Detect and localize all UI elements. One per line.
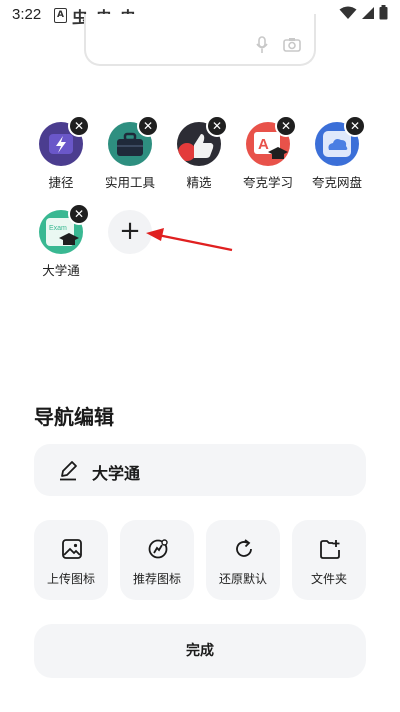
shortcut-label: 大学通: [42, 263, 80, 278]
svg-text:Exam: Exam: [49, 225, 67, 232]
shortcut-label: 精选: [186, 175, 212, 190]
shortcut-name-value[interactable]: 大学通: [92, 460, 140, 484]
restore-default-button[interactable]: 还原默认: [206, 520, 280, 600]
remove-icon[interactable]: ✕: [137, 115, 159, 137]
svg-text:A: A: [258, 136, 269, 153]
shortcut-label: 夸克网盘: [311, 175, 362, 190]
restore-icon: [236, 539, 252, 557]
signal-icon: [362, 6, 374, 19]
app-notification-icon: A: [54, 8, 67, 23]
shortcut-label: 捷径: [48, 175, 74, 190]
recommend-icon-button[interactable]: 推荐图标: [120, 520, 194, 600]
shortcut-label: 实用工具: [104, 175, 155, 190]
action-label: 推荐图标: [132, 572, 181, 586]
action-label: 还原默认: [218, 572, 267, 586]
upload-icon-button[interactable]: 上传图标: [34, 520, 108, 600]
search-card[interactable]: [84, 14, 316, 66]
remove-icon[interactable]: ✕: [206, 115, 228, 137]
image-upload-icon: [62, 539, 82, 559]
remove-icon[interactable]: ✕: [68, 115, 90, 137]
wifi-icon: [339, 6, 357, 19]
action-label: 文件夹: [310, 572, 347, 586]
panel-title: 导航编辑: [34, 405, 114, 429]
remove-icon[interactable]: ✕: [344, 115, 366, 137]
camera-icon[interactable]: [283, 37, 301, 52]
status-icons: [339, 5, 388, 20]
mic-icon[interactable]: [256, 36, 268, 54]
edit-icon: [60, 461, 77, 481]
battery-icon: [379, 5, 388, 20]
shortcut-name-field[interactable]: [34, 444, 366, 496]
arrow-icon: [146, 228, 233, 252]
shortcut-label: 夸克学习: [242, 175, 293, 190]
recommend-icon: [148, 539, 168, 559]
remove-icon[interactable]: ✕: [68, 203, 90, 225]
folder-add-icon: [320, 540, 340, 559]
action-label: 上传图标: [46, 572, 95, 586]
status-time: 3:22: [12, 6, 42, 23]
remove-icon[interactable]: ✕: [275, 115, 297, 137]
folder-button[interactable]: 文件夹: [292, 520, 366, 600]
done-button[interactable]: 完成: [34, 624, 366, 678]
